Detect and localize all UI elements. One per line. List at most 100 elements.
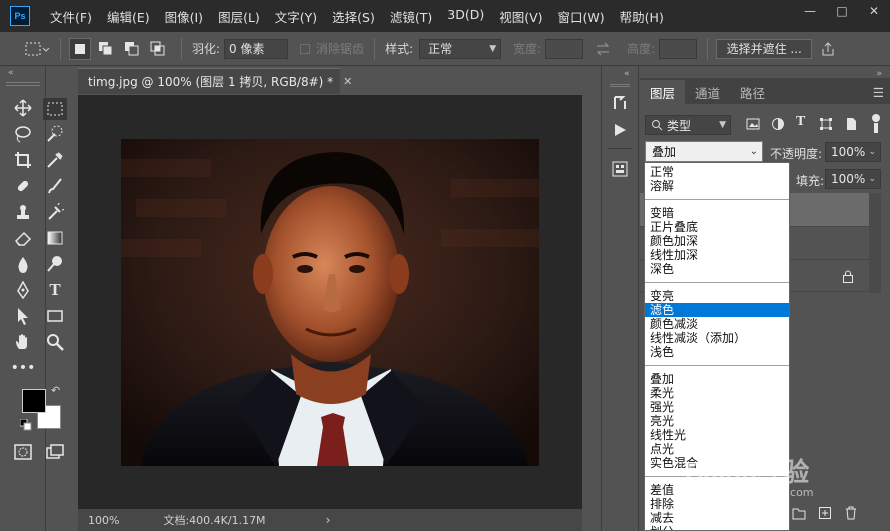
blend-option[interactable]: 减去 xyxy=(645,511,789,525)
width-input[interactable] xyxy=(545,38,584,59)
panel-menu-icon[interactable]: ☰ xyxy=(863,80,890,104)
history-panel-icon[interactable] xyxy=(611,94,629,115)
new-layer-icon[interactable] xyxy=(818,506,832,523)
menu-window[interactable]: 窗口(W) xyxy=(558,7,605,26)
intersect-selection-button[interactable] xyxy=(147,38,169,60)
close-window-button[interactable]: ✕ xyxy=(858,0,890,22)
move-tool-icon[interactable] xyxy=(13,98,33,118)
pen-tool-icon[interactable] xyxy=(13,280,33,300)
properties-panel-icon[interactable] xyxy=(611,160,629,181)
blend-option[interactable]: 强光 xyxy=(645,400,789,414)
eyedropper-tool-icon[interactable] xyxy=(45,150,65,170)
menu-filter[interactable]: 滤镜(T) xyxy=(390,7,432,26)
filter-adjustment-icon[interactable] xyxy=(771,117,785,134)
menu-file[interactable]: 文件(F) xyxy=(50,7,92,26)
blend-option[interactable]: 线性光 xyxy=(645,428,789,442)
opacity-input[interactable]: 100% ⌄ xyxy=(825,142,881,162)
blend-option[interactable]: 深色 xyxy=(645,262,789,276)
blend-option[interactable]: 正常 xyxy=(645,165,789,179)
rectangle-tool-icon[interactable] xyxy=(45,306,65,326)
default-colors-icon[interactable] xyxy=(19,418,32,434)
feather-input[interactable]: 0 像素 xyxy=(224,38,289,59)
tab-channels[interactable]: 通道 xyxy=(685,80,730,104)
menu-view[interactable]: 视图(V) xyxy=(499,7,542,26)
tab-paths[interactable]: 路径 xyxy=(730,80,775,104)
blend-option[interactable]: 浅色 xyxy=(645,345,789,359)
more-tools-icon[interactable]: ••• xyxy=(11,358,36,378)
quick-mask-icon[interactable] xyxy=(13,442,33,462)
lasso-tool-icon[interactable] xyxy=(13,124,33,144)
blend-option[interactable]: 划分 xyxy=(645,525,789,530)
maximize-button[interactable]: □ xyxy=(826,0,858,22)
blend-option[interactable]: 线性加深 xyxy=(645,248,789,262)
menu-select[interactable]: 选择(S) xyxy=(332,7,375,26)
fill-input[interactable]: 100% ⌄ xyxy=(825,169,881,189)
blend-option[interactable]: 正片叠底 xyxy=(645,220,789,234)
blend-option[interactable]: 变暗 xyxy=(645,206,789,220)
swap-colors-icon[interactable]: ↶ xyxy=(51,384,60,397)
portrait-photo[interactable] xyxy=(121,139,539,466)
eraser-tool-icon[interactable] xyxy=(13,228,33,248)
filter-shape-icon[interactable] xyxy=(819,117,833,134)
filter-type-icon[interactable]: T xyxy=(796,114,805,130)
select-and-mask-button[interactable]: 选择并遮住 ... xyxy=(716,38,813,59)
filter-smart-object-icon[interactable] xyxy=(844,117,858,134)
grip-icon[interactable] xyxy=(6,82,40,86)
filter-toggle-switch[interactable] xyxy=(871,114,881,134)
marquee-preset-picker[interactable] xyxy=(22,38,52,60)
menu-help[interactable]: 帮助(H) xyxy=(620,7,664,26)
blur-tool-icon[interactable] xyxy=(13,254,33,274)
menu-3d[interactable]: 3D(D) xyxy=(447,7,484,26)
type-tool-icon[interactable]: T xyxy=(45,280,65,300)
blend-option[interactable]: 颜色减淡 xyxy=(645,317,789,331)
hand-tool-icon[interactable] xyxy=(13,332,33,352)
zoom-tool-icon[interactable] xyxy=(45,332,65,352)
history-brush-tool-icon[interactable] xyxy=(45,202,65,222)
menu-layer[interactable]: 图层(L) xyxy=(218,7,260,26)
collapse-panel-icon[interactable]: » xyxy=(876,69,882,79)
subtract-selection-button[interactable] xyxy=(121,38,143,60)
blend-option[interactable]: 排除 xyxy=(645,497,789,511)
blend-option[interactable]: 柔光 xyxy=(645,386,789,400)
blend-option[interactable]: 叠加 xyxy=(645,372,789,386)
blend-option[interactable]: 滤色 xyxy=(645,303,789,317)
foreground-color-swatch[interactable] xyxy=(22,389,46,413)
share-icon[interactable] xyxy=(820,41,836,57)
zoom-level[interactable]: 100% xyxy=(88,514,119,527)
collapse-icon[interactable]: « xyxy=(624,69,630,79)
collapse-icon[interactable]: « xyxy=(8,68,14,78)
minimize-button[interactable]: — xyxy=(794,0,826,22)
filter-pixel-icon[interactable] xyxy=(746,117,760,134)
brush-tool-icon[interactable] xyxy=(45,176,65,196)
crop-tool-icon[interactable] xyxy=(13,150,33,170)
gradient-tool-icon[interactable] xyxy=(45,228,65,248)
blend-mode-select[interactable]: 叠加 ⌄ xyxy=(645,141,763,162)
menu-edit[interactable]: 编辑(E) xyxy=(107,7,150,26)
blend-option[interactable]: 线性减淡（添加） xyxy=(645,331,789,345)
dodge-tool-icon[interactable] xyxy=(45,254,65,274)
rect-marquee-tool-icon[interactable] xyxy=(43,98,67,120)
quick-select-tool-icon[interactable] xyxy=(45,124,65,144)
document-tab[interactable]: timg.jpg @ 100% (图层 1 拷贝, RGB/8#) * ✕ xyxy=(78,68,352,94)
blend-option[interactable]: 变亮 xyxy=(645,289,789,303)
swap-dimensions-icon[interactable] xyxy=(595,42,611,56)
style-select[interactable]: 正常 ▼ xyxy=(419,38,502,59)
blend-option[interactable]: 亮光 xyxy=(645,414,789,428)
blend-option[interactable]: 颜色加深 xyxy=(645,234,789,248)
status-menu-arrow[interactable]: › xyxy=(326,513,331,527)
close-tab-icon[interactable]: ✕ xyxy=(343,75,352,88)
actions-play-icon[interactable] xyxy=(612,122,628,141)
layers-scrollbar[interactable] xyxy=(869,193,881,293)
antialias-checkbox[interactable] xyxy=(300,43,311,54)
new-selection-button[interactable] xyxy=(69,37,91,60)
clone-stamp-tool-icon[interactable] xyxy=(13,202,33,222)
menu-image[interactable]: 图像(I) xyxy=(165,7,203,26)
healing-brush-tool-icon[interactable] xyxy=(13,176,33,196)
blend-option[interactable]: 溶解 xyxy=(645,179,789,193)
menu-type[interactable]: 文字(Y) xyxy=(275,7,317,26)
height-input[interactable] xyxy=(659,38,698,59)
delete-layer-icon[interactable] xyxy=(844,506,858,523)
tab-layers[interactable]: 图层 xyxy=(640,80,686,104)
add-selection-button[interactable] xyxy=(95,38,117,60)
layer-filter-select[interactable]: 类型 ▼ xyxy=(645,115,731,135)
